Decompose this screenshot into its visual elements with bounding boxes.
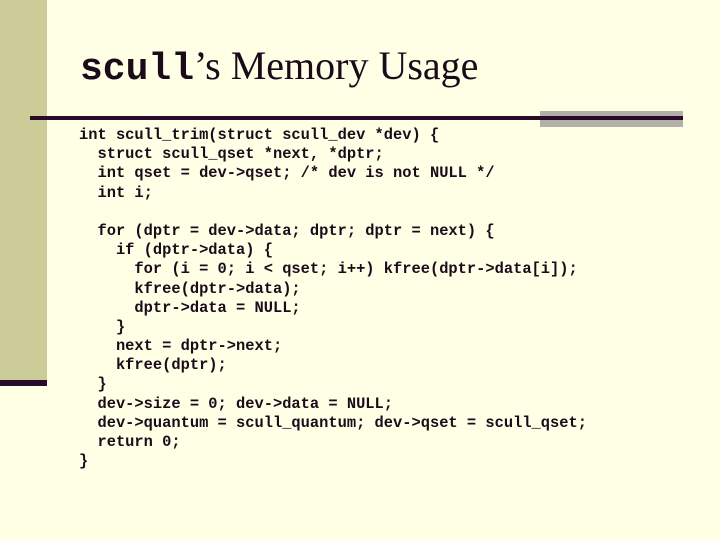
title-text: ’s Memory Usage — [194, 43, 479, 88]
code-block: int scull_trim(struct scull_dev *dev) { … — [79, 126, 587, 471]
code-line: int qset = dev->qset; /* dev is not NULL… — [79, 164, 495, 183]
code-line: int scull_trim(struct scull_dev *dev) { — [79, 126, 440, 144]
code-line: dev->size = 0; dev->data = NULL; — [79, 394, 394, 413]
code-line: int i; — [79, 183, 153, 202]
code-line: } — [79, 317, 126, 336]
code-line: for (i = 0; i < qset; i++) kfree(dptr->d… — [79, 260, 578, 279]
title-rule — [30, 116, 683, 120]
code-line: dev->quantum = scull_quantum; dev->qset … — [79, 413, 587, 432]
code-line: next = dptr->next; — [79, 337, 283, 356]
left-accent-bar — [0, 380, 47, 386]
code-line: kfree(dptr->data); — [79, 279, 301, 298]
code-line: for (dptr = dev->data; dptr; dptr = next… — [79, 221, 495, 240]
title-code-word: scull — [80, 48, 195, 91]
code-line: struct scull_qset *next, *dptr; — [79, 145, 384, 164]
code-line: kfree(dptr); — [79, 356, 227, 375]
code-line: } — [79, 452, 89, 471]
code-line: if (dptr->data) { — [79, 241, 273, 260]
code-line: dptr->data = NULL; — [79, 298, 301, 317]
code-line: return 0; — [79, 433, 181, 451]
code-line: } — [79, 375, 107, 394]
left-decorative-bar — [0, 0, 47, 382]
slide-title: scull’s Memory Usage — [80, 42, 478, 94]
